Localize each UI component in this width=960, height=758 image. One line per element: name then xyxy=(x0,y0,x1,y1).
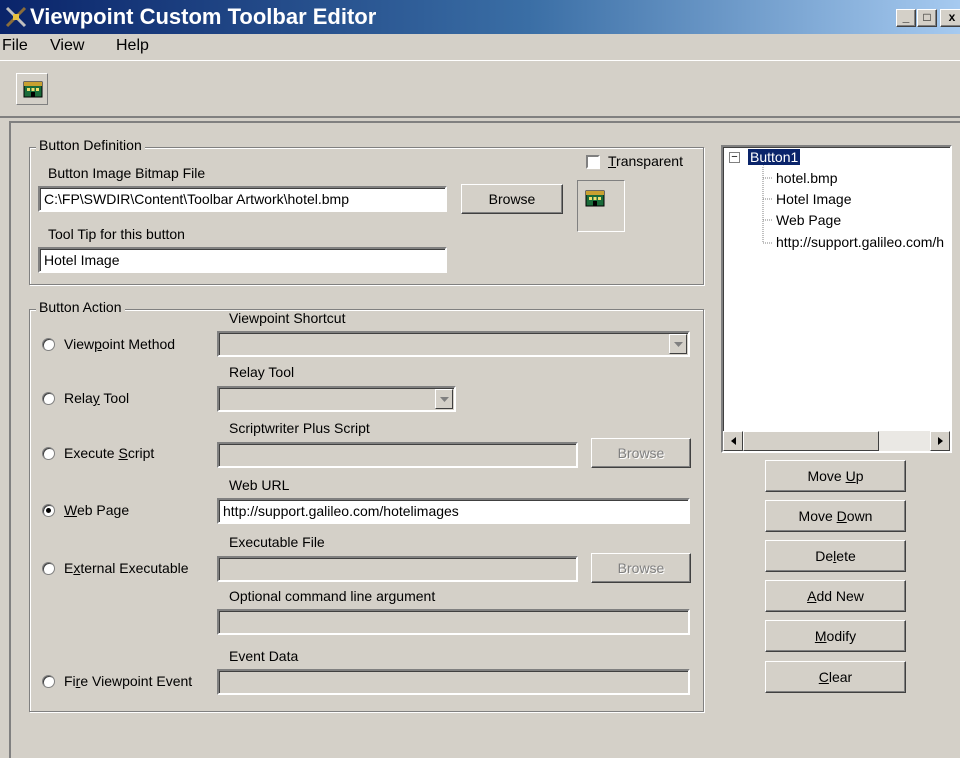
window-title: Viewpoint Custom Toolbar Editor xyxy=(30,4,377,29)
tree-item[interactable]: http://support.galileo.com/h xyxy=(776,234,944,250)
tree-item[interactable]: hotel.bmp xyxy=(776,170,837,186)
script-label: Scriptwriter Plus Script xyxy=(229,420,370,436)
chevron-down-icon[interactable] xyxy=(435,389,453,409)
executable-file-label: Executable File xyxy=(229,534,325,550)
radio-relay-tool-label: Relay Tool xyxy=(64,390,130,406)
executable-file-input[interactable] xyxy=(217,556,578,582)
button-image-preview xyxy=(577,180,625,232)
script-input[interactable] xyxy=(217,442,578,468)
radio-fire-viewpoint-event[interactable] xyxy=(42,675,55,688)
menu-help[interactable]: Help xyxy=(116,37,149,55)
event-data-input[interactable] xyxy=(217,669,690,695)
menu-view[interactable]: View xyxy=(50,37,84,55)
radio-viewpoint-method[interactable] xyxy=(42,338,55,351)
command-line-label: Optional command line argument xyxy=(229,588,436,604)
transparent-checkbox[interactable] xyxy=(586,155,600,169)
radio-external-executable-label: External Executable xyxy=(64,560,189,576)
button-definition-caption: Button Definition xyxy=(36,137,145,153)
hotel-icon xyxy=(23,81,43,98)
relay-tool-select[interactable] xyxy=(217,386,456,412)
script-browse-button[interactable]: Browse xyxy=(591,438,691,468)
menu-bar: File View Help xyxy=(0,34,960,58)
bitmap-file-input[interactable]: C:\FP\SWDIR\Content\Toolbar Artwork\hote… xyxy=(38,186,447,212)
radio-execute-script-label: Execute Script xyxy=(64,445,155,461)
tree-root-button1[interactable]: Button1 xyxy=(746,148,802,166)
maximize-button[interactable]: □ xyxy=(917,9,937,27)
tree-horizontal-scrollbar[interactable] xyxy=(723,431,950,451)
delete-button[interactable]: Delete xyxy=(765,540,906,572)
relay-tool-label: Relay Tool xyxy=(229,364,295,380)
radio-web-page-label: Web Page xyxy=(64,502,130,518)
web-url-label: Web URL xyxy=(229,477,290,493)
button-action-caption: Button Action xyxy=(36,299,125,315)
radio-external-executable[interactable] xyxy=(42,562,55,575)
tree-item[interactable]: Web Page xyxy=(776,212,841,228)
toolbar-hotel-button[interactable] xyxy=(16,73,48,105)
title-bar[interactable]: Viewpoint Custom Toolbar Editor _ □ x xyxy=(0,0,960,34)
clear-button[interactable]: Clear xyxy=(765,661,906,693)
add-new-button[interactable]: Add New xyxy=(765,580,906,612)
move-up-button[interactable]: Move Up xyxy=(765,460,906,492)
transparent-label: Transparent xyxy=(608,153,683,169)
minimize-button[interactable]: _ xyxy=(896,9,916,27)
scroll-right-icon[interactable] xyxy=(930,431,950,451)
viewpoint-shortcut-label: Viewpoint Shortcut xyxy=(229,310,346,326)
tree-lines xyxy=(762,165,773,244)
bitmap-file-label: Button Image Bitmap File xyxy=(48,165,206,181)
web-url-input[interactable]: http://support.galileo.com/hotelimages xyxy=(217,498,690,524)
scroll-thumb[interactable] xyxy=(743,431,879,451)
executable-browse-button[interactable]: Browse xyxy=(591,553,691,583)
command-line-input[interactable] xyxy=(217,609,690,635)
tooltip-label: Tool Tip for this button xyxy=(48,226,185,242)
bitmap-browse-button[interactable]: Browse xyxy=(461,184,563,214)
scroll-left-icon[interactable] xyxy=(723,431,743,451)
move-down-button[interactable]: Move Down xyxy=(765,500,906,532)
chevron-down-icon[interactable] xyxy=(669,334,687,354)
radio-relay-tool[interactable] xyxy=(42,392,55,405)
radio-fire-viewpoint-event-label: Fire Viewpoint Event xyxy=(64,673,193,689)
hotel-icon xyxy=(585,190,605,207)
radio-viewpoint-method-label: Viewpoint Method xyxy=(64,336,176,352)
modify-button[interactable]: Modify xyxy=(765,620,906,652)
close-button[interactable]: x xyxy=(940,9,960,27)
button-tree-view[interactable]: − Button1 hotel.bmp Hotel Image Web Page… xyxy=(721,145,952,453)
toolbar xyxy=(0,60,960,118)
toolbar-editor-app-icon xyxy=(4,5,28,29)
menu-file[interactable]: File xyxy=(2,37,28,55)
radio-web-page[interactable] xyxy=(42,504,55,517)
scroll-track[interactable] xyxy=(879,431,930,451)
tooltip-input[interactable]: Hotel Image xyxy=(38,247,447,273)
event-data-label: Event Data xyxy=(229,648,299,664)
radio-execute-script[interactable] xyxy=(42,447,55,460)
viewpoint-shortcut-select[interactable] xyxy=(217,331,690,357)
tree-collapse-icon[interactable]: − xyxy=(729,152,740,163)
tree-item[interactable]: Hotel Image xyxy=(776,191,851,207)
